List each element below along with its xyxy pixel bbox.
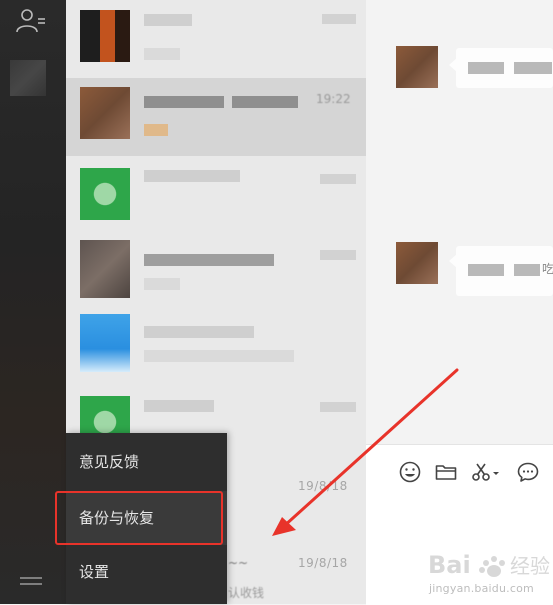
svg-text:经验: 经验 bbox=[510, 554, 550, 578]
annotation-arrow bbox=[272, 368, 459, 536]
svg-text:Bai: Bai bbox=[428, 551, 471, 579]
watermark-url: jingyan.baidu.com bbox=[429, 582, 534, 595]
